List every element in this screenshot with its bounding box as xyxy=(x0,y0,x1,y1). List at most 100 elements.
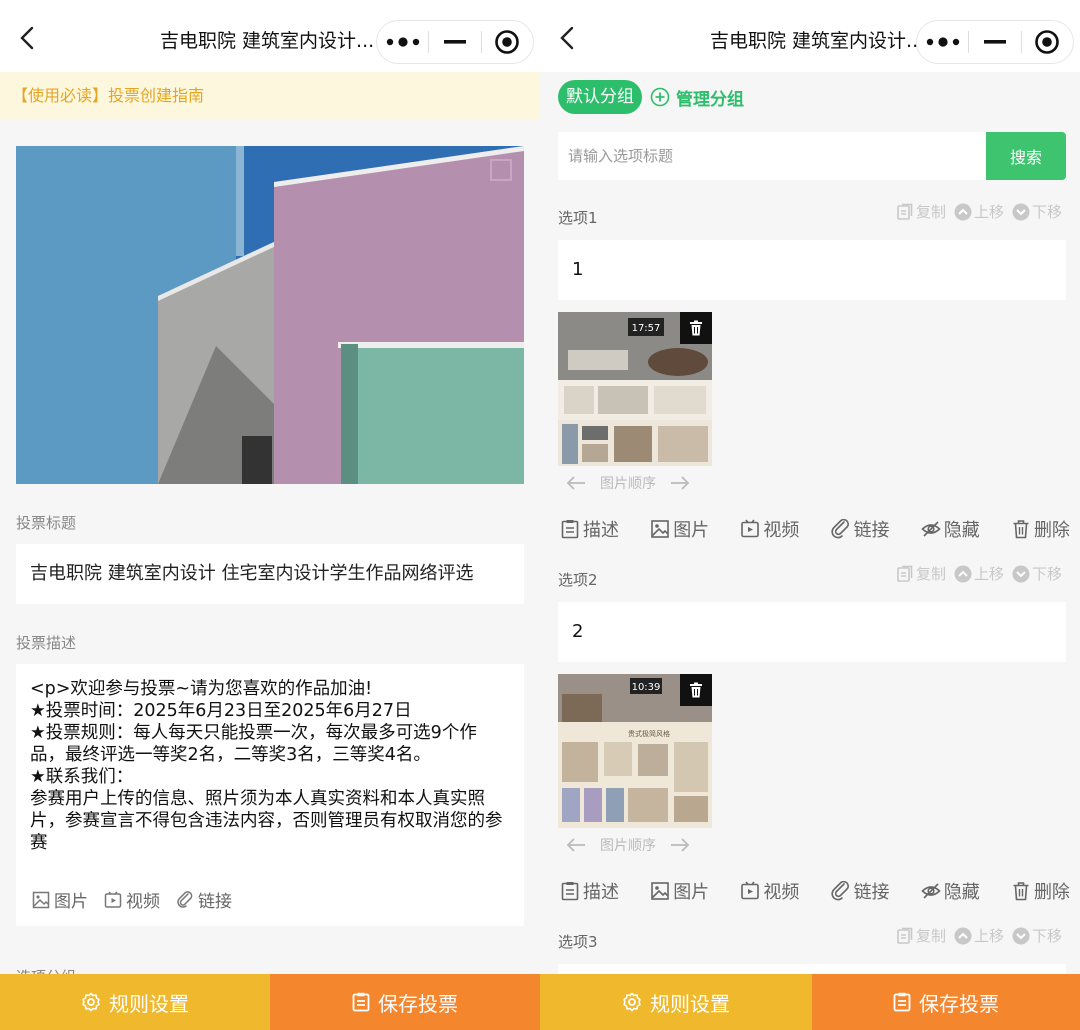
image-icon xyxy=(651,520,669,538)
copy-option-button[interactable]: 复制 xyxy=(896,925,946,946)
delete-image-button[interactable] xyxy=(680,674,712,706)
more-dots-icon xyxy=(926,37,959,47)
usage-guide-link[interactable]: 【使用必读】投票创建指南 xyxy=(0,72,540,120)
eye-hidden-icon xyxy=(921,521,941,537)
move-down-button[interactable]: 下移 xyxy=(1012,925,1062,946)
option-image-thumbnail[interactable]: 10:39 贵式极简风格 xyxy=(558,674,712,828)
rule-settings-button[interactable]: 规则设置 xyxy=(0,974,270,1030)
move-down-icon xyxy=(1012,203,1030,220)
bottom-action-bar: 规则设置 保存投票 xyxy=(540,974,1080,1030)
trash-icon xyxy=(1013,882,1029,901)
image-order-label: 图片顺序 xyxy=(600,476,656,492)
arrow-right-icon[interactable] xyxy=(670,476,690,490)
move-up-button[interactable]: 上移 xyxy=(954,563,1004,584)
option-image-button[interactable]: 图片 xyxy=(650,516,709,542)
manage-group-button[interactable]: 管理分组 xyxy=(650,85,744,110)
arrow-left-icon[interactable] xyxy=(566,476,586,490)
description-toolbar: 图片 视频 链接 xyxy=(32,887,232,912)
document-icon xyxy=(561,520,579,539)
option-title-field[interactable]: 2 xyxy=(558,602,1066,662)
option-delete-button[interactable]: 删除 xyxy=(1011,878,1070,904)
tool-label: 视频 xyxy=(763,520,800,541)
tool-label: 图片 xyxy=(673,882,710,903)
cover-architecture-graphic xyxy=(16,146,524,484)
save-vote-button[interactable]: 保存投票 xyxy=(812,974,1080,1030)
tool-label: 隐藏 xyxy=(943,882,980,903)
vote-description-field[interactable]: <p>欢迎参与投票~请为您喜欢的作品加油! ★投票时间：2025年6月23日至2… xyxy=(16,664,524,926)
copy-label: 复制 xyxy=(915,927,946,945)
option-actions: 复制 上移 下移 xyxy=(896,925,1062,946)
copy-icon xyxy=(897,927,913,944)
save-vote-label: 保存投票 xyxy=(919,991,999,1016)
copy-label: 复制 xyxy=(915,565,946,583)
move-down-label: 下移 xyxy=(1031,927,1062,945)
copy-option-button[interactable]: 复制 xyxy=(896,563,946,584)
save-vote-button[interactable]: 保存投票 xyxy=(270,974,540,1030)
rule-settings-button[interactable]: 规则设置 xyxy=(540,974,812,1030)
tool-label: 删除 xyxy=(1033,882,1070,903)
move-up-icon xyxy=(954,565,972,582)
option-actions: 复制 上移 下移 xyxy=(896,201,1062,222)
default-group-tab[interactable]: 默认分组 xyxy=(558,80,642,114)
copy-option-button[interactable]: 复制 xyxy=(896,201,946,222)
option-label: 选项2 xyxy=(558,571,598,589)
vote-title-field[interactable]: 吉电职院 建筑室内设计 住宅室内设计学生作品网络评选 xyxy=(16,544,524,604)
option-link-button[interactable]: 链接 xyxy=(830,878,890,904)
option-image-button[interactable]: 图片 xyxy=(650,878,709,904)
minimize-button[interactable] xyxy=(429,20,480,64)
desc-add-link-button[interactable]: 链接 xyxy=(176,887,232,912)
back-arrow-icon[interactable] xyxy=(554,24,582,52)
option-actions: 复制 上移 下移 xyxy=(896,563,1062,584)
mini-program-capsule xyxy=(376,20,534,64)
more-menu-button[interactable] xyxy=(917,20,968,64)
link-icon xyxy=(830,881,849,901)
mini-program-capsule xyxy=(916,20,1074,64)
move-up-button[interactable]: 上移 xyxy=(954,201,1004,222)
move-up-icon xyxy=(954,203,972,220)
tool-label: 描述 xyxy=(583,520,619,541)
option-title-field[interactable]: 1 xyxy=(558,240,1066,300)
link-icon xyxy=(830,519,849,539)
image-order-row: 图片顺序 xyxy=(566,473,690,493)
option-toolbar: 描述 图片 视频 链接 隐藏 删除 xyxy=(560,516,1070,542)
thumbnail-time: 10:39 xyxy=(632,682,661,693)
target-close-icon xyxy=(1035,30,1060,54)
arrow-right-icon[interactable] xyxy=(670,838,690,852)
group-row: 默认分组 管理分组 xyxy=(558,80,744,114)
desc-tool-label: 链接 xyxy=(198,892,232,912)
option-image-thumbnail[interactable]: 17:57 xyxy=(558,312,712,466)
desc-add-image-button[interactable]: 图片 xyxy=(32,887,88,912)
search-button[interactable]: 搜索 xyxy=(986,132,1066,180)
move-down-button[interactable]: 下移 xyxy=(1012,563,1062,584)
clipboard-icon xyxy=(893,992,911,1012)
gear-icon xyxy=(82,992,100,1012)
cover-image[interactable] xyxy=(16,146,524,484)
minimize-icon xyxy=(444,40,466,44)
option-hide-button[interactable]: 隐藏 xyxy=(921,878,980,904)
back-arrow-icon[interactable] xyxy=(14,24,42,52)
option-delete-button[interactable]: 删除 xyxy=(1011,516,1070,542)
option-description-button[interactable]: 描述 xyxy=(560,516,619,542)
option-hide-button[interactable]: 隐藏 xyxy=(921,516,980,542)
arrow-left-icon[interactable] xyxy=(566,838,586,852)
option-video-button[interactable]: 视频 xyxy=(740,878,799,904)
option-link-button[interactable]: 链接 xyxy=(830,516,890,542)
delete-image-button[interactable] xyxy=(680,312,712,344)
copy-icon xyxy=(897,203,913,220)
option-description-button[interactable]: 描述 xyxy=(560,878,619,904)
more-menu-button[interactable] xyxy=(377,20,428,64)
move-down-button[interactable]: 下移 xyxy=(1012,201,1062,222)
option-video-button[interactable]: 视频 xyxy=(740,516,799,542)
close-mini-program-button[interactable] xyxy=(1022,20,1073,64)
tool-label: 链接 xyxy=(853,882,890,903)
title-section-label: 投票标题 xyxy=(16,514,77,532)
close-mini-program-button[interactable] xyxy=(482,20,533,64)
move-up-button[interactable]: 上移 xyxy=(954,925,1004,946)
move-up-icon xyxy=(954,927,972,944)
minimize-button[interactable] xyxy=(969,20,1020,64)
link-icon xyxy=(177,890,193,908)
tool-label: 隐藏 xyxy=(943,520,980,541)
document-icon xyxy=(561,882,579,901)
option-search-input[interactable] xyxy=(558,132,986,180)
desc-add-video-button[interactable]: 视频 xyxy=(104,887,160,912)
